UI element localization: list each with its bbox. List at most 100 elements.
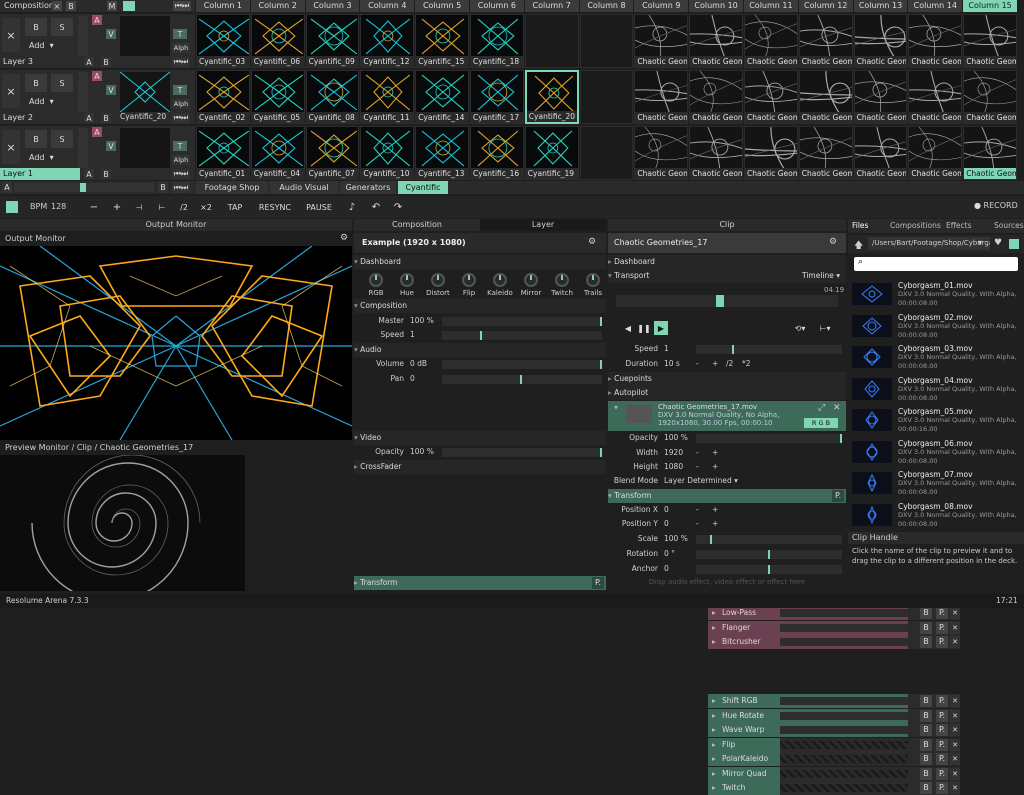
layer-skip-button[interactable]: ⏮⏭ — [172, 57, 190, 67]
deck-skip-button[interactable]: ⏮⏭ — [172, 182, 190, 193]
clip-name[interactable]: Cyantific_16 — [471, 168, 523, 179]
crossfader-a-button[interactable]: A — [2, 182, 12, 193]
audio-effect[interactable]: ▸ Bitcrusher B P. ✕ — [708, 635, 960, 649]
transport-timeline[interactable] — [616, 295, 838, 307]
video-effect[interactable]: ▸ Mirror Quad B P. ✕ — [708, 766, 960, 781]
clip-slot[interactable]: Cyantific_01 — [196, 126, 250, 180]
video-effect[interactable]: ▸ Wave Warp B P. ✕ — [708, 723, 960, 737]
effect-mix-slider[interactable] — [780, 740, 908, 749]
tab-composition[interactable]: Composition — [354, 219, 480, 231]
clip-name[interactable]: Chaotic Geometri... — [909, 56, 962, 67]
column-header-4[interactable]: Column 4 — [360, 0, 415, 12]
clip-transform-effect[interactable]: ▾ Transform P. — [608, 489, 846, 503]
dashboard-knob[interactable]: Trails — [579, 271, 607, 299]
dashboard-knob[interactable]: Flip — [455, 271, 483, 299]
layer-name[interactable]: Layer 2 — [0, 112, 80, 124]
clip-name[interactable]: Chaotic Geometri... — [964, 56, 1016, 67]
file-list-item[interactable]: Cyborgasm_01.mov DXV 3.0 Normal Quality,… — [852, 281, 1018, 311]
file-list-item[interactable]: Cyborgasm_03.mov DXV 3.0 Normal Quality,… — [852, 344, 1018, 374]
duration-half-button[interactable]: /2 — [726, 357, 733, 371]
layer-name[interactable]: Layer 3 — [0, 56, 80, 68]
clip-slot[interactable]: Chaotic Geometri... — [689, 14, 743, 68]
knob-dial[interactable] — [555, 273, 569, 287]
crossfade-a-button[interactable]: A — [84, 113, 94, 123]
transport-section[interactable]: ▾ Transport Timeline ▾ — [608, 269, 846, 283]
clip-name[interactable]: Cyantific_19 — [525, 168, 578, 179]
clip-name[interactable]: Cyantific_05 — [251, 112, 304, 123]
knob-dial[interactable] — [586, 273, 600, 287]
column-header-8[interactable]: Column 8 — [579, 0, 634, 12]
clip-slot[interactable]: Cyantific_17 — [470, 70, 524, 124]
close-icon[interactable]: ✕ — [950, 767, 960, 780]
composition-green-button[interactable] — [123, 1, 135, 11]
close-icon[interactable]: ✕ — [950, 709, 960, 722]
clip-slot[interactable]: Chaotic Geometri... — [853, 126, 908, 180]
layer-opacity-fader[interactable] — [78, 128, 88, 168]
redo-icon[interactable]: ↷ — [390, 199, 406, 215]
clip-slot[interactable]: Chaotic Geometri... — [744, 70, 798, 124]
deck-tab[interactable]: Audio Visual — [270, 181, 338, 194]
layer-preview-thumbnail[interactable] — [120, 128, 170, 168]
grid-view-icon[interactable] — [1009, 239, 1019, 249]
effect-bypass-button[interactable]: B — [920, 738, 932, 751]
close-icon[interactable]: ✕ — [950, 695, 960, 707]
clip-slot[interactable]: Cyantific_04 — [250, 126, 305, 180]
file-list-item[interactable]: Cyborgasm_04.mov DXV 3.0 Normal Quality,… — [852, 376, 1018, 406]
layer-video-button[interactable]: V — [106, 85, 116, 95]
clip-name[interactable]: Chaotic Geometri... — [909, 168, 962, 179]
height-plus-button[interactable]: + — [712, 460, 718, 474]
column-header-5[interactable]: Column 5 — [415, 0, 469, 12]
blend-mode-select[interactable]: Layer Determined ▾ — [664, 474, 738, 488]
layer-opacity-fader[interactable] — [78, 16, 88, 56]
effect-params-button[interactable]: P. — [936, 724, 948, 736]
crossfade-a-button[interactable]: A — [84, 57, 94, 67]
clip-name[interactable]: Chaotic Geometri... — [690, 56, 742, 67]
layer-preview-thumbnail[interactable] — [120, 72, 170, 112]
gear-icon[interactable]: ⚙ — [340, 233, 348, 243]
clip-slot[interactable] — [579, 70, 634, 124]
clip-slot[interactable] — [524, 14, 579, 68]
layer-a-marker[interactable]: A — [92, 71, 102, 81]
file-list-item[interactable]: Cyborgasm_02.mov DXV 3.0 Normal Quality,… — [852, 313, 1018, 343]
duration-plus-button[interactable]: + — [712, 357, 718, 371]
height-minus-button[interactable]: - — [696, 460, 699, 474]
files-tab[interactable]: Compositions — [890, 221, 941, 230]
effect-mix-slider[interactable] — [780, 711, 908, 720]
master-value[interactable]: 100 % — [410, 314, 434, 328]
anchor-value[interactable]: 0 — [664, 562, 669, 576]
file-list-item[interactable]: Cyborgasm_05.mov DXV 3.0 Normal Quality,… — [852, 407, 1018, 437]
nudge-right-button[interactable]: ⊢ — [154, 199, 170, 215]
clip-name[interactable]: Chaotic Geometri... — [635, 112, 688, 123]
layer-transition-button[interactable]: T — [173, 85, 187, 95]
clip-slot[interactable]: Chaotic Geometri... — [963, 126, 1017, 180]
clip-name[interactable]: Chaotic Geometri... — [799, 168, 852, 179]
clip-slot[interactable]: Cyantific_20 — [524, 70, 579, 124]
file-list-item[interactable]: Cyborgasm_07.mov DXV 3.0 Normal Quality,… — [852, 470, 1018, 500]
duration-value[interactable]: 10 s — [664, 357, 680, 371]
crossfade-b-button[interactable]: B — [101, 113, 111, 123]
video-effect[interactable]: ▸ PolarKaleido B P. ✕ — [708, 752, 960, 766]
gear-icon[interactable]: ⚙ — [588, 237, 596, 247]
composition-label[interactable]: Composition — [4, 1, 54, 10]
undo-icon[interactable]: ↶ — [368, 199, 384, 215]
clip-name[interactable]: Chaotic Geometri... — [854, 56, 907, 67]
clip-name[interactable]: Cyantific_12 — [361, 56, 414, 67]
clip-slot[interactable]: Cyantific_02 — [196, 70, 250, 124]
clip-name[interactable]: Chaotic Geometri... — [635, 56, 688, 67]
skip-back-icon[interactable]: ◀ — [622, 322, 634, 334]
clip-slot[interactable]: Chaotic Geometri... — [634, 126, 689, 180]
clip-opacity-value[interactable]: 100 % — [664, 431, 688, 445]
effect-params-button[interactable]: P. — [936, 607, 948, 619]
clip-slot[interactable]: Chaotic Geometri... — [853, 70, 908, 124]
clip-dashboard-section[interactable]: ▸ Dashboard — [608, 255, 846, 269]
clip-name[interactable]: Chaotic Geometri... — [690, 168, 742, 179]
effect-bypass-button[interactable]: B — [920, 709, 932, 722]
clip-slot[interactable]: Chaotic Geometri... — [798, 70, 853, 124]
clear-layer-button[interactable]: × — [2, 18, 20, 52]
tap-button[interactable]: TAP — [222, 199, 248, 215]
column-header-2[interactable]: Column 2 — [250, 0, 305, 12]
deck-tab[interactable]: Generators — [340, 181, 396, 194]
favorites-icon[interactable]: ♥ — [994, 238, 1002, 248]
column-header-14[interactable]: Column 14 — [908, 0, 963, 12]
position-x-minus-button[interactable]: - — [696, 503, 699, 517]
